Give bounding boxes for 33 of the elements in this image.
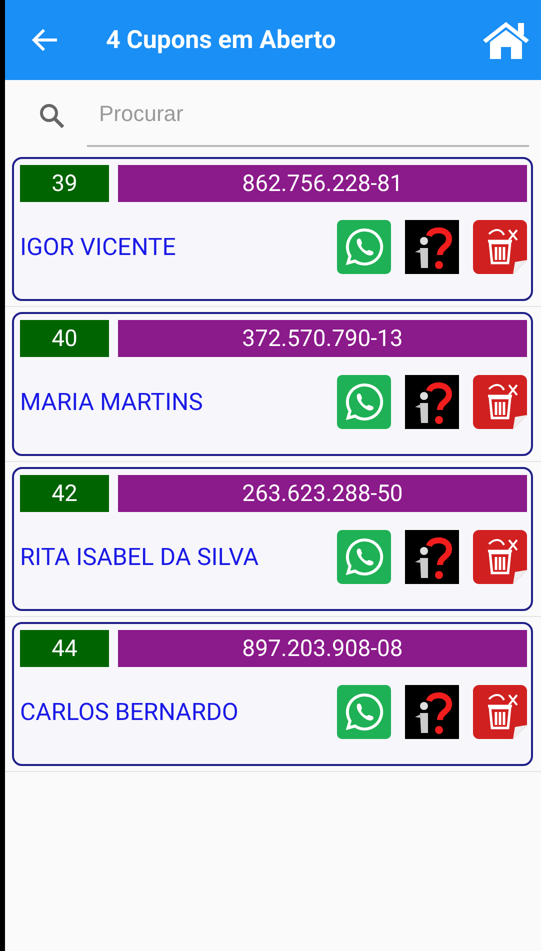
cpf-number: 263.623.288-50 (118, 475, 527, 512)
chat-icon[interactable] (337, 374, 391, 428)
delete-icon[interactable] (473, 684, 527, 738)
cpf-number: 372.570.790-13 (118, 320, 527, 357)
cpf-number: 897.203.908-08 (118, 630, 527, 667)
help-icon[interactable] (405, 374, 459, 428)
coupon-number: 39 (20, 165, 109, 202)
help-icon[interactable] (405, 530, 459, 584)
coupon-number: 44 (20, 630, 109, 667)
customer-name: IGOR VICENTE (20, 232, 177, 260)
home-icon[interactable] (481, 20, 531, 60)
customer-name: MARIA MARTINS (20, 388, 204, 416)
back-icon[interactable] (31, 27, 59, 53)
customer-name: CARLOS BERNARDO (20, 698, 240, 726)
customer-name: RITA ISABEL DA SILVA (20, 542, 260, 570)
chat-icon[interactable] (337, 220, 391, 274)
search-field[interactable]: Procurar (87, 85, 529, 147)
delete-icon[interactable] (473, 220, 527, 274)
delete-icon[interactable] (473, 530, 527, 584)
search-icon (39, 103, 65, 129)
coupon-number: 40 (20, 320, 109, 357)
help-icon[interactable] (405, 684, 459, 738)
delete-icon[interactable] (473, 374, 527, 428)
coupon-number: 42 (20, 475, 109, 512)
chat-icon[interactable] (337, 684, 391, 738)
cpf-number: 862.756.228-81 (118, 165, 527, 202)
coupon-card[interactable]: 40 372.570.790-13 MARIA MARTINS (12, 312, 533, 456)
coupon-card[interactable]: 44 897.203.908-08 CARLOS BERNARDO (12, 622, 533, 766)
chat-icon[interactable] (337, 530, 391, 584)
coupon-card[interactable]: 39 862.756.228-81 IGOR VICENTE (12, 157, 533, 301)
help-icon[interactable] (405, 220, 459, 274)
screen-title: 4 Cupons em Aberto (106, 26, 337, 54)
coupon-card[interactable]: 42 263.623.288-50 RITA ISABEL DA SILVA (12, 467, 533, 611)
